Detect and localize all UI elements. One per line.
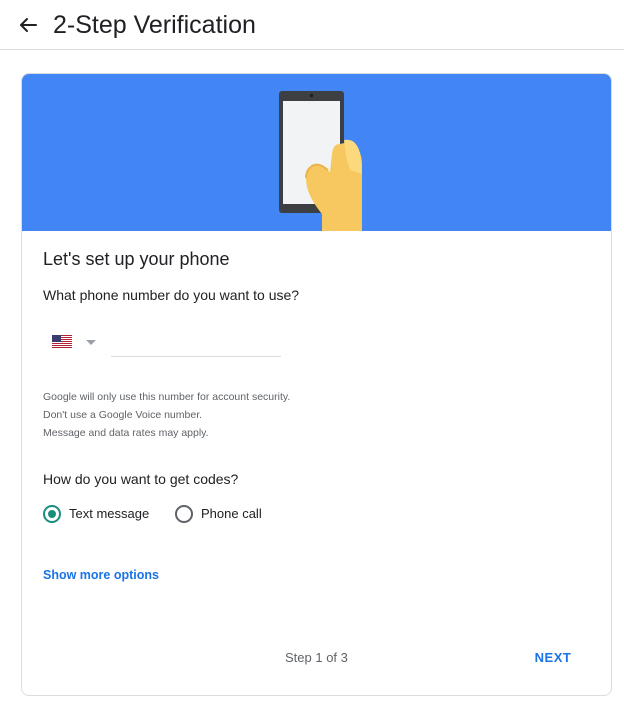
country-select[interactable]	[52, 332, 100, 354]
note-line: Google will only use this number for acc…	[43, 391, 291, 403]
arrow-back-icon	[20, 18, 37, 32]
next-button[interactable]: NEXT	[525, 644, 581, 672]
step-indicator: Step 1 of 3	[285, 650, 348, 665]
phone-in-hand-illustration	[279, 91, 362, 231]
codes-question: How do you want to get codes?	[43, 471, 239, 487]
radio-checked-icon[interactable]	[43, 505, 61, 523]
card-title: Let's set up your phone	[43, 249, 230, 269]
back-button[interactable]	[14, 11, 42, 39]
text-message-label: Text message	[69, 506, 150, 521]
phone-number-input[interactable]	[111, 332, 281, 357]
header-bar: 2-Step Verification	[0, 0, 624, 50]
security-notes: Google will only use this number for acc…	[43, 388, 290, 442]
note-line: Don't use a Google Voice number.	[43, 409, 203, 421]
radio-dot	[48, 510, 56, 518]
caret-down-icon	[86, 340, 96, 345]
banner-illustration	[22, 74, 611, 231]
page-title: 2-Step Verification	[53, 11, 256, 39]
radio-unchecked-icon[interactable]	[175, 505, 193, 523]
show-more-options-link[interactable]: Show more options	[43, 566, 159, 584]
note-line: Message and data rates may apply.	[43, 427, 209, 439]
phone-question: What phone number do you want to use?	[43, 287, 300, 303]
setup-card: Let's set up your phone What phone numbe…	[21, 73, 612, 696]
phone-call-label: Phone call	[201, 506, 262, 521]
us-flag-icon	[52, 335, 72, 348]
